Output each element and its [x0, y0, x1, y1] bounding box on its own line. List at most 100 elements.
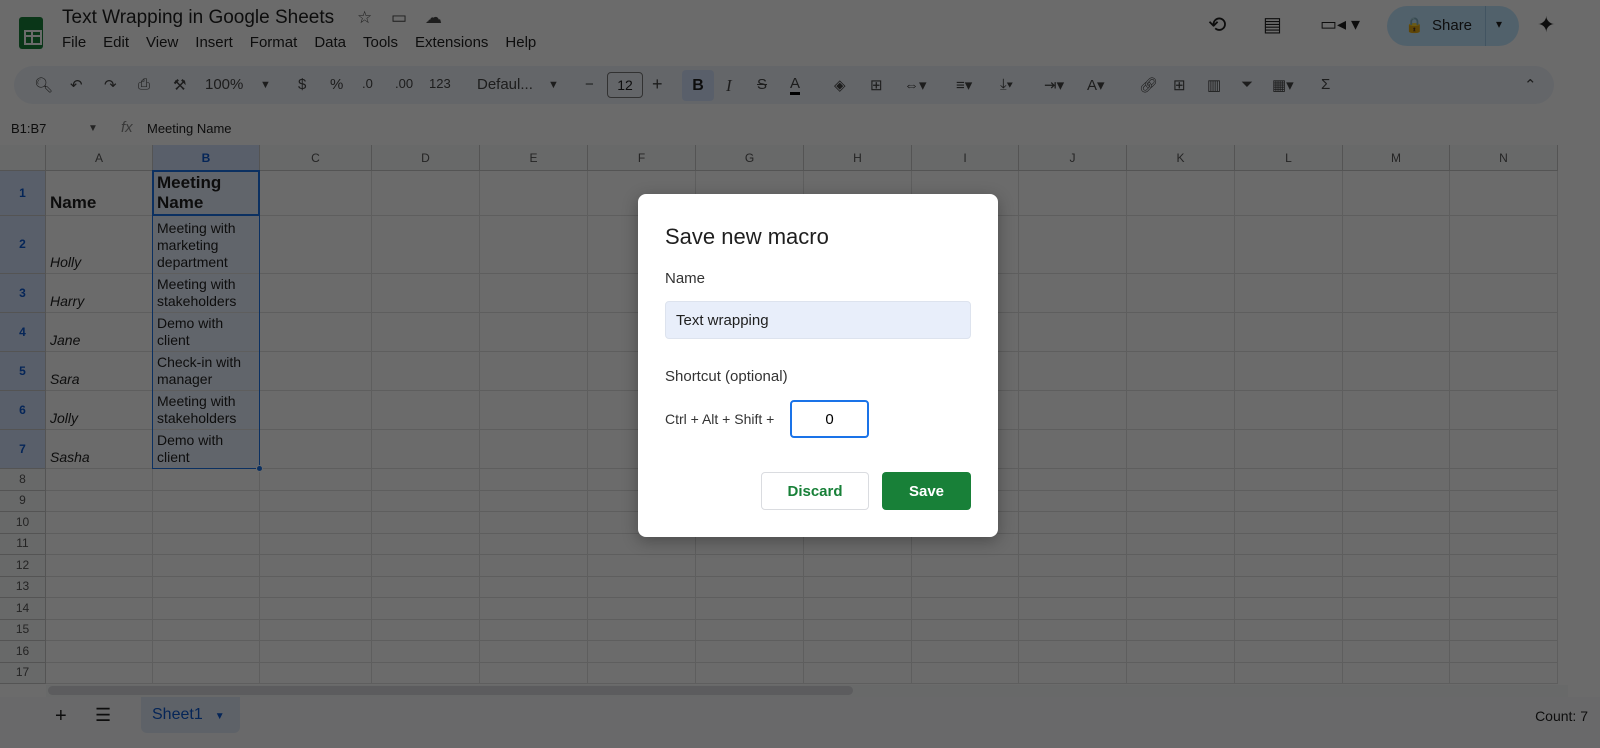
- cell-b1[interactable]: Meeting Name: [153, 171, 260, 216]
- cell[interactable]: [153, 641, 260, 663]
- cell[interactable]: [1450, 576, 1558, 598]
- menu-extensions[interactable]: Extensions: [415, 34, 488, 51]
- cell[interactable]: [1235, 171, 1343, 216]
- cell[interactable]: [588, 576, 696, 598]
- cell[interactable]: [480, 555, 588, 577]
- cell[interactable]: [260, 391, 372, 430]
- row-header-17[interactable]: 17: [0, 662, 46, 684]
- font-select[interactable]: Defaul...: [477, 76, 533, 93]
- column-header-c[interactable]: C: [260, 145, 372, 171]
- cell[interactable]: [1450, 274, 1558, 313]
- decrease-font-size-button[interactable]: −: [585, 76, 594, 93]
- column-header-j[interactable]: J: [1019, 145, 1127, 171]
- cell[interactable]: [1127, 352, 1235, 391]
- cell[interactable]: [1450, 662, 1558, 684]
- cell[interactable]: [1019, 490, 1127, 512]
- cell[interactable]: [153, 662, 260, 684]
- document-title[interactable]: Text Wrapping in Google Sheets: [62, 7, 334, 29]
- meet-video-icon[interactable]: ▭◂ ▾: [1320, 14, 1360, 35]
- filter-icon[interactable]: ⏷: [1241, 76, 1253, 93]
- cell[interactable]: [153, 598, 260, 620]
- cell[interactable]: [1019, 533, 1127, 555]
- cell[interactable]: [1235, 430, 1343, 469]
- merge-cells-icon[interactable]: ⇔▾: [904, 76, 927, 94]
- cell[interactable]: [696, 576, 804, 598]
- cell[interactable]: [480, 598, 588, 620]
- row-header-2[interactable]: 2: [0, 216, 46, 274]
- increase-font-size-button[interactable]: +: [652, 74, 663, 95]
- cell[interactable]: [1343, 662, 1450, 684]
- cell[interactable]: [1450, 352, 1558, 391]
- cell[interactable]: [1235, 274, 1343, 313]
- cell[interactable]: [260, 171, 372, 216]
- cell[interactable]: [372, 469, 480, 491]
- cell[interactable]: [372, 352, 480, 391]
- cell[interactable]: [480, 216, 588, 274]
- cell-b7[interactable]: Demo with client: [153, 430, 260, 469]
- cell[interactable]: [804, 576, 912, 598]
- cell[interactable]: [153, 490, 260, 512]
- cell[interactable]: [1343, 533, 1450, 555]
- cell[interactable]: [912, 641, 1019, 663]
- star-icon[interactable]: ☆: [357, 8, 372, 28]
- formula-input[interactable]: Meeting Name: [147, 121, 232, 136]
- cell[interactable]: [480, 641, 588, 663]
- cell[interactable]: [1343, 555, 1450, 577]
- cell[interactable]: [153, 619, 260, 641]
- menu-help[interactable]: Help: [505, 34, 536, 51]
- scrollbar-thumb[interactable]: [48, 686, 853, 695]
- increase-decimal-button[interactable]: .00: [395, 76, 413, 91]
- cell[interactable]: [46, 641, 153, 663]
- search-menus-icon[interactable]: 🔍︎: [34, 76, 53, 94]
- cell[interactable]: [1450, 313, 1558, 352]
- cell[interactable]: [1127, 662, 1235, 684]
- cell[interactable]: [46, 598, 153, 620]
- cell[interactable]: [912, 555, 1019, 577]
- insert-link-icon[interactable]: 🔗︎: [1139, 76, 1158, 94]
- functions-button[interactable]: Σ: [1321, 76, 1330, 93]
- cell[interactable]: [480, 512, 588, 534]
- cell[interactable]: [804, 555, 912, 577]
- cell[interactable]: [260, 576, 372, 598]
- cell[interactable]: [372, 512, 480, 534]
- cell[interactable]: [153, 533, 260, 555]
- cell[interactable]: [1019, 313, 1127, 352]
- cell[interactable]: [1127, 313, 1235, 352]
- fill-color-icon[interactable]: ◈: [834, 76, 846, 94]
- status-count[interactable]: Count: 7: [1535, 708, 1588, 724]
- text-rotation-icon[interactable]: A▾: [1087, 76, 1105, 94]
- cell[interactable]: [1450, 469, 1558, 491]
- cell[interactable]: [372, 274, 480, 313]
- menu-tools[interactable]: Tools: [363, 34, 398, 51]
- insert-chart-icon[interactable]: ▥: [1207, 76, 1221, 94]
- cell[interactable]: [1019, 576, 1127, 598]
- macro-name-input[interactable]: [665, 301, 971, 339]
- row-header-7[interactable]: 7: [0, 430, 46, 469]
- cell[interactable]: [1127, 274, 1235, 313]
- cell-b4[interactable]: Demo with client: [153, 313, 260, 352]
- cell[interactable]: [1127, 430, 1235, 469]
- redo-icon[interactable]: ↷: [104, 76, 117, 94]
- version-history-icon[interactable]: ⟲: [1208, 12, 1226, 38]
- cell[interactable]: [696, 555, 804, 577]
- row-header-4[interactable]: 4: [0, 313, 46, 352]
- cell[interactable]: [153, 576, 260, 598]
- menu-insert[interactable]: Insert: [195, 34, 233, 51]
- cell[interactable]: [1127, 533, 1235, 555]
- vertical-align-icon[interactable]: ⤓▾: [1000, 76, 1013, 93]
- cell[interactable]: [260, 469, 372, 491]
- cell[interactable]: [1343, 490, 1450, 512]
- cell[interactable]: [804, 641, 912, 663]
- column-header-e[interactable]: E: [480, 145, 588, 171]
- cell[interactable]: [588, 619, 696, 641]
- cell[interactable]: [480, 352, 588, 391]
- cell[interactable]: [1127, 216, 1235, 274]
- row-header-3[interactable]: 3: [0, 274, 46, 313]
- cell[interactable]: [480, 274, 588, 313]
- cell[interactable]: [153, 512, 260, 534]
- menu-data[interactable]: Data: [314, 34, 346, 51]
- cell[interactable]: [46, 512, 153, 534]
- cell[interactable]: [1127, 171, 1235, 216]
- cell[interactable]: [1343, 352, 1450, 391]
- cell[interactable]: [1235, 641, 1343, 663]
